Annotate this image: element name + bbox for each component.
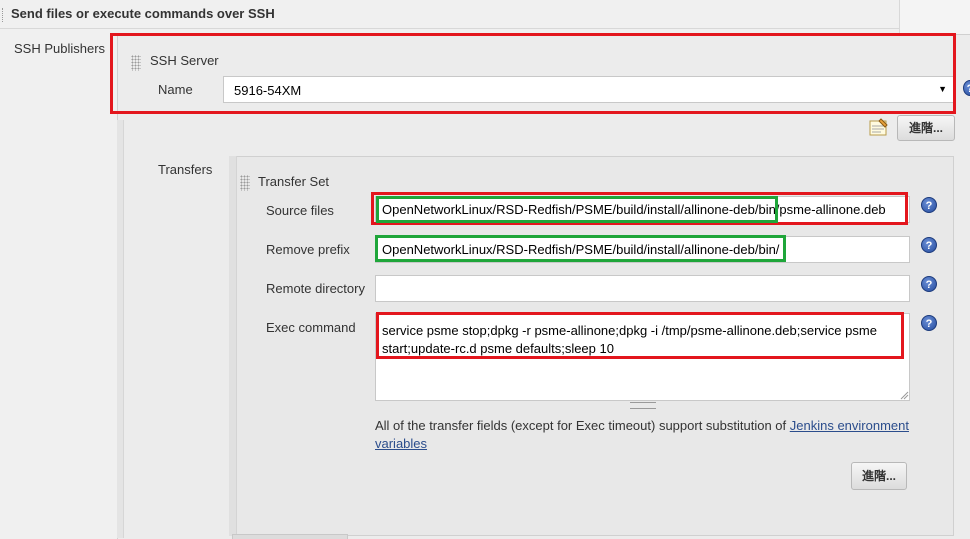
remote-directory-input[interactable] [375,275,910,302]
remove-prefix-help-icon[interactable]: ? [921,237,937,253]
transfers-label: Transfers [158,162,213,177]
ssh-publishers-label: SSH Publishers [14,41,106,56]
exec-command-label: Exec command [266,320,356,335]
transfer-set-grip-icon[interactable] [240,175,250,191]
divider [0,28,900,29]
textarea-vertical-resize-handle[interactable] [630,402,656,409]
ssh-server-highlight [110,33,956,114]
source-files-label: Source files [266,203,334,218]
notepad-icon [869,118,888,136]
publisher-left-strip [117,120,124,538]
substitution-note: All of the transfer fields (except for E… [375,417,915,453]
remove-prefix-green-highlight [375,235,786,262]
remote-directory-help-icon[interactable]: ? [921,276,937,292]
next-element-edge [232,534,348,539]
remove-prefix-label: Remove prefix [266,242,350,257]
remote-directory-label: Remote directory [266,281,365,296]
section-title: Send files or execute commands over SSH [11,6,275,21]
transfer-set-strip [229,156,237,536]
source-files-green-highlight [376,196,778,223]
textarea-resize-grip-icon[interactable] [899,390,909,400]
section-drag-handle[interactable] [2,8,5,22]
name-help-icon[interactable]: ? [963,80,970,96]
transfer-set-advanced-button[interactable]: 進階... [851,462,907,490]
exec-command-red-highlight [376,312,904,359]
transfer-set-heading: Transfer Set [258,174,330,189]
ssh-server-advanced-button[interactable]: 進階... [897,115,955,141]
exec-command-help-icon[interactable]: ? [921,315,937,331]
source-files-help-icon[interactable]: ? [921,197,937,213]
substitution-note-text: All of the transfer fields (except for E… [375,418,790,433]
